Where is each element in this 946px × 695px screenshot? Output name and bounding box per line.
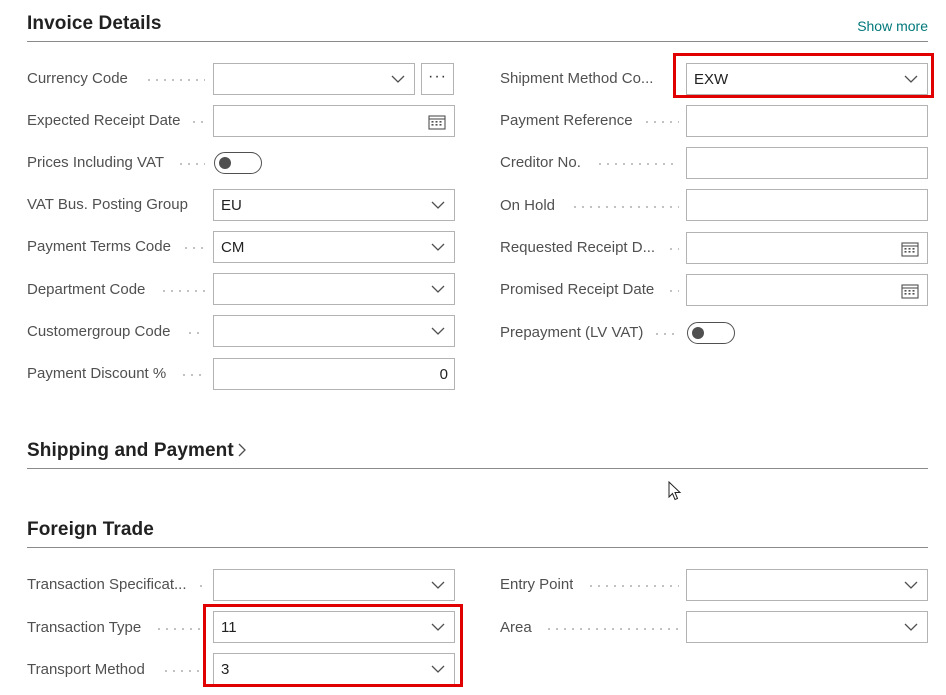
calendar-icon[interactable] (901, 241, 919, 257)
transaction-type-label: Transaction Type (27, 619, 142, 636)
prices-including-vat-toggle[interactable] (214, 152, 262, 174)
invoice-details-title[interactable]: Invoice Details (27, 13, 162, 35)
leader-dots (186, 332, 205, 334)
currency-lookup-button[interactable]: ··· (421, 63, 454, 95)
creditor-no-field[interactable] (686, 147, 928, 179)
leader-dots (160, 290, 205, 292)
payment-discount-value: 0 (439, 366, 448, 383)
chevron-down-icon[interactable] (904, 580, 918, 590)
prepayment-lv-vat-label: Prepayment (LV VAT) (500, 324, 644, 341)
leader-dots (571, 206, 679, 208)
chevron-down-icon[interactable] (431, 580, 445, 590)
leader-dots (545, 628, 679, 630)
show-more-link[interactable]: Show more (857, 18, 928, 34)
transport-method-label: Transport Method (27, 661, 145, 678)
leader-dots (162, 670, 205, 672)
foreign-trade-title[interactable]: Foreign Trade (27, 519, 154, 541)
leader-dots (182, 247, 205, 249)
promised-receipt-date-label: Promised Receipt Date (500, 281, 655, 298)
vat-bus-posting-group-field[interactable]: EU (213, 189, 455, 221)
expected-receipt-date-field[interactable] (213, 105, 455, 137)
calendar-icon[interactable] (428, 114, 446, 130)
shipping-and-payment-title: Shipping and Payment (27, 440, 234, 461)
chevron-right-icon[interactable] (237, 443, 247, 457)
vat-bus-posting-group-label: VAT Bus. Posting Group (27, 196, 188, 213)
creditor-no-label: Creditor No. (500, 154, 581, 171)
leader-dots (653, 333, 679, 335)
payment-terms-code-label: Payment Terms Code (27, 238, 171, 255)
highlight-box (203, 604, 463, 687)
shipping-and-payment-header[interactable]: Shipping and Payment (27, 440, 247, 462)
ellipsis-icon: ··· (428, 68, 447, 85)
leader-dots (145, 79, 205, 81)
transaction-specification-field[interactable] (213, 569, 455, 601)
mouse-pointer-icon (668, 481, 682, 501)
customergroup-code-label: Customergroup Code (27, 323, 171, 340)
on-hold-field[interactable] (686, 189, 928, 221)
toggle-knob (692, 327, 704, 339)
leader-dots (667, 248, 679, 250)
payment-reference-field[interactable] (686, 105, 928, 137)
section-divider (27, 41, 928, 42)
toggle-knob (219, 157, 231, 169)
leader-dots (197, 585, 205, 587)
requested-receipt-date-field[interactable] (686, 232, 928, 264)
chevron-down-icon[interactable] (431, 326, 445, 336)
shipment-method-code-label: Shipment Method Co... (500, 70, 654, 87)
prices-including-vat-label: Prices Including VAT (27, 154, 164, 171)
payment-terms-code-field[interactable]: CM (213, 231, 455, 263)
payment-discount-field[interactable]: 0 (213, 358, 455, 390)
department-code-field[interactable] (213, 273, 455, 305)
leader-dots (177, 163, 205, 165)
highlight-box (673, 53, 934, 98)
section-divider (27, 468, 928, 469)
currency-code-label: Currency Code (27, 70, 128, 87)
leader-dots (180, 374, 205, 376)
prepayment-lv-vat-toggle[interactable] (687, 322, 735, 344)
chevron-down-icon[interactable] (431, 242, 445, 252)
requested-receipt-date-label: Requested Receipt D... (500, 239, 656, 256)
on-hold-label: On Hold (500, 197, 556, 214)
section-divider (27, 547, 928, 548)
payment-discount-label: Payment Discount % (27, 365, 167, 382)
vat-bus-posting-group-value: EU (221, 197, 242, 214)
leader-dots (643, 121, 679, 123)
currency-code-field[interactable] (213, 63, 415, 95)
payment-terms-code-value: CM (221, 239, 245, 256)
customergroup-code-field[interactable] (213, 315, 455, 347)
chevron-down-icon[interactable] (431, 200, 445, 210)
expected-receipt-date-label: Expected Receipt Date (27, 112, 181, 129)
area-label: Area (500, 619, 532, 636)
area-field[interactable] (686, 611, 928, 643)
chevron-down-icon[interactable] (431, 284, 445, 294)
calendar-icon[interactable] (901, 283, 919, 299)
leader-dots (587, 585, 679, 587)
promised-receipt-date-field[interactable] (686, 274, 928, 306)
entry-point-label: Entry Point (500, 576, 574, 593)
transaction-specification-label: Transaction Specificat... (27, 576, 187, 593)
department-code-label: Department Code (27, 281, 146, 298)
payment-reference-label: Payment Reference (500, 112, 633, 129)
leader-dots (155, 628, 205, 630)
chevron-down-icon[interactable] (904, 622, 918, 632)
entry-point-field[interactable] (686, 569, 928, 601)
chevron-down-icon[interactable] (391, 74, 405, 84)
leader-dots (190, 121, 205, 123)
leader-dots (667, 290, 679, 292)
leader-dots (596, 163, 679, 165)
